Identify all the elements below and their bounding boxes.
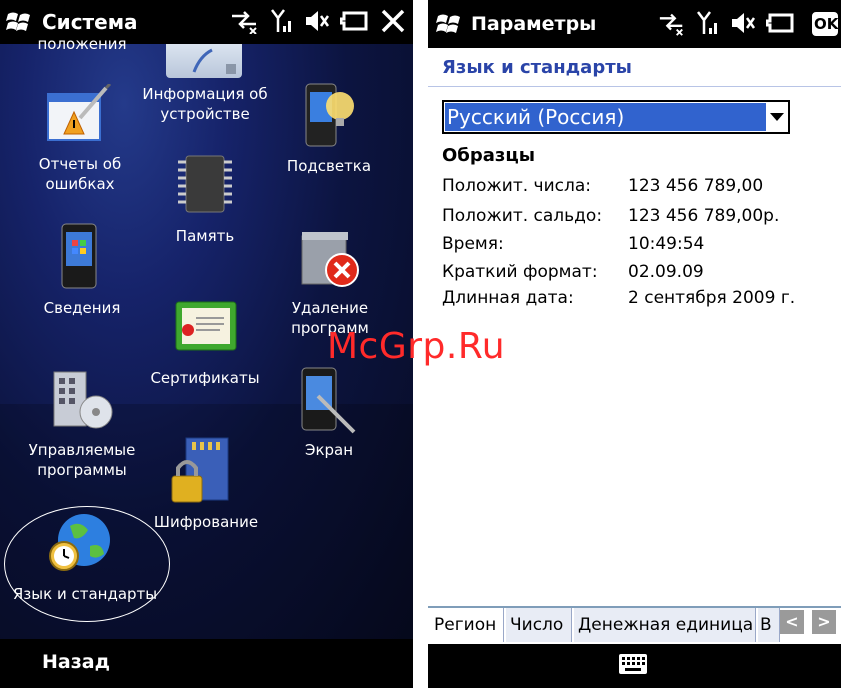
highlight-circle <box>4 506 170 622</box>
tile-label: Отчеты об ошибках <box>38 155 122 193</box>
certificate-icon <box>174 300 238 354</box>
close-icon[interactable] <box>380 8 406 34</box>
signal-icon[interactable] <box>696 10 720 36</box>
sample-value: 123 456 789,00 <box>628 176 764 196</box>
sample-value: 2 сентября 2009 г. <box>628 288 796 308</box>
back-softkey[interactable]: Назад <box>42 651 110 673</box>
watermark: McGrp.Ru <box>327 326 506 367</box>
error-report-icon <box>44 82 114 146</box>
tile-label: Память <box>175 227 235 245</box>
sample-label: Длинная дата: <box>442 288 574 308</box>
samples-heading: Образцы <box>442 145 535 166</box>
sample-value: 10:49:54 <box>628 234 705 254</box>
sample-label: Время: <box>442 234 504 254</box>
sample-value: 02.09.09 <box>628 262 704 282</box>
battery-icon[interactable] <box>340 8 370 34</box>
status-icons <box>658 10 796 36</box>
windows-start-icon[interactable] <box>436 12 464 36</box>
tile-label: Информация об устройстве <box>142 85 268 123</box>
tab-more-partial[interactable]: В <box>758 608 780 642</box>
volume-muted-icon[interactable] <box>304 8 330 34</box>
volume-muted-icon[interactable] <box>730 10 756 36</box>
tile-label: Сертификаты <box>150 369 260 387</box>
status-bar: Параметры OK <box>428 0 841 48</box>
windows-start-icon[interactable] <box>6 10 34 34</box>
screen-icon <box>298 366 358 436</box>
chevron-down-icon[interactable] <box>770 113 784 121</box>
tile-label: Подсветка <box>286 157 372 175</box>
tab-scroll-left-button[interactable]: < <box>780 610 804 634</box>
tile-label: Шифрование <box>153 513 259 531</box>
locale-selected-value: Русский (Россия) <box>445 103 766 131</box>
screen-title: Параметры <box>471 13 597 35</box>
sample-label: Положит. числа: <box>442 176 591 196</box>
status-icons <box>230 8 406 34</box>
remove-programs-icon <box>296 226 362 290</box>
softkey-bar <box>428 644 841 688</box>
tile-memory[interactable]: Память <box>160 226 250 246</box>
tile-error-reports[interactable]: Отчеты об ошибках <box>26 154 134 194</box>
tab-region[interactable]: Регион <box>430 608 504 642</box>
tab-currency[interactable]: Денежная единица <box>574 608 756 642</box>
memory-chip-icon <box>176 152 234 216</box>
tile-encryption[interactable]: Шифрование <box>152 512 260 532</box>
connectivity-icon[interactable] <box>658 10 686 36</box>
sample-label: Краткий формат: <box>442 262 598 282</box>
tile-device-info[interactable]: Информация об устройстве <box>142 84 268 124</box>
keyboard-icon[interactable] <box>619 654 647 674</box>
screen-title: Система <box>42 10 138 34</box>
tab-number[interactable]: Число <box>506 608 572 642</box>
softkey-bar: Назад <box>0 639 413 688</box>
battery-icon[interactable] <box>766 10 796 36</box>
signal-icon[interactable] <box>270 8 294 34</box>
tile-managed-programs[interactable]: Управляемые программы <box>26 440 138 480</box>
device-info-icon <box>166 44 242 78</box>
backlight-icon <box>300 80 360 152</box>
tile-label: Управляемые программы <box>28 441 136 479</box>
sample-value: 123 456 789,00р. <box>628 206 780 226</box>
about-phone-icon <box>58 222 102 292</box>
encryption-icon <box>170 436 240 508</box>
ok-button[interactable]: OK <box>812 12 838 36</box>
managed-programs-icon <box>50 366 116 432</box>
tile-screen[interactable]: Экран <box>290 440 368 460</box>
tile-label: Экран <box>304 441 354 459</box>
tile-label: Сведения <box>43 299 121 317</box>
connectivity-icon[interactable] <box>230 8 260 34</box>
header-divider <box>428 86 841 87</box>
tile-label: положения <box>37 35 127 53</box>
tile-location-partial[interactable]: положения <box>36 34 128 54</box>
tile-certificates[interactable]: Сертификаты <box>146 368 264 388</box>
tile-backlight[interactable]: Подсветка <box>280 156 378 176</box>
page-title: Язык и стандарты <box>442 57 632 78</box>
sample-label: Положит. сальдо: <box>442 206 603 226</box>
tile-about[interactable]: Сведения <box>36 298 128 318</box>
locale-dropdown[interactable]: Русский (Россия) <box>442 100 790 134</box>
tab-scroll-right-button[interactable]: > <box>812 610 836 634</box>
